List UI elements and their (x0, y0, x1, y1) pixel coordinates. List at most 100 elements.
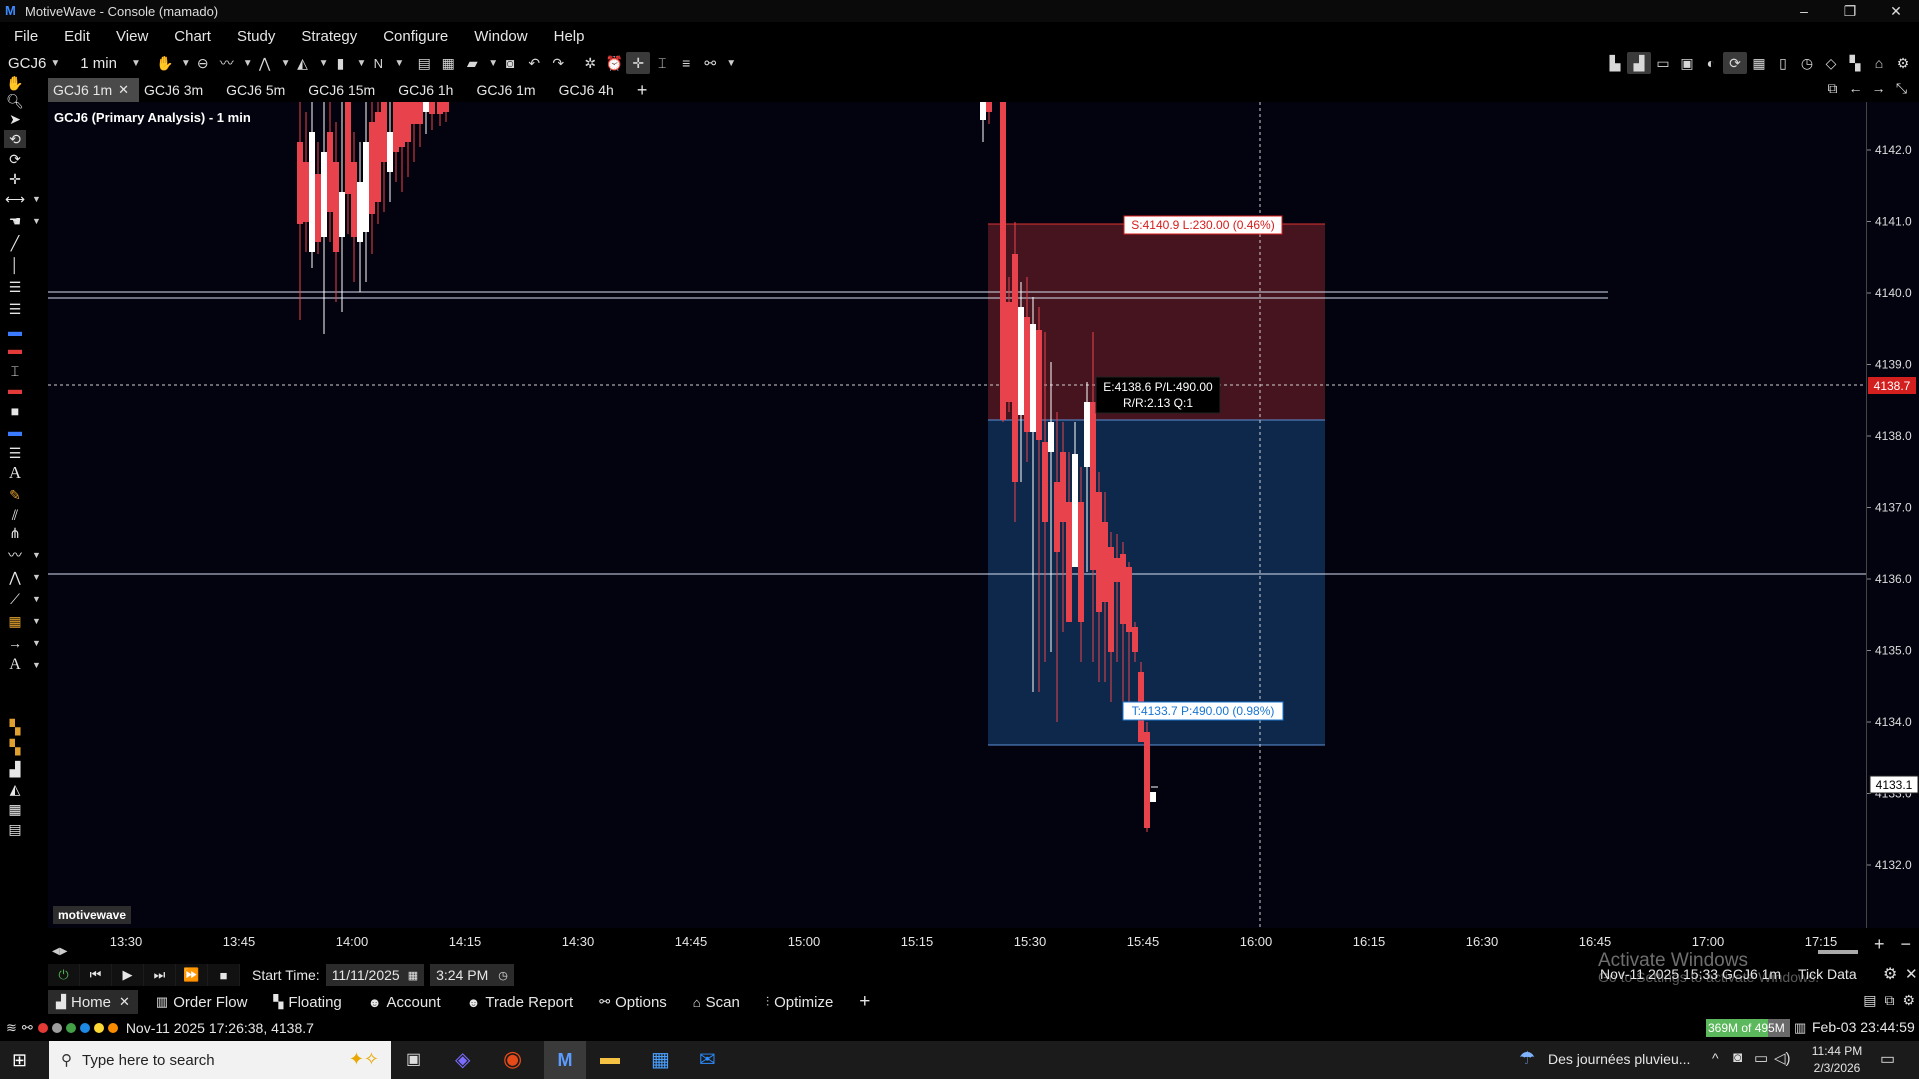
crosshair-icon[interactable]: ✛ (4, 170, 26, 188)
price-axis[interactable]: 4142.0 4141.0 4140.0 4139.0 4138.0 4137.0 4136… (1866, 102, 1919, 928)
interval-selector[interactable]: 1 min (80, 55, 117, 72)
trash-icon[interactable]: ▥ (1794, 1020, 1806, 1036)
chevron-down-icon[interactable]: ▼ (50, 58, 60, 69)
menu-window[interactable]: Window (474, 28, 527, 45)
blue-zone-icon[interactable]: ▬ (4, 322, 26, 340)
calendar-icon[interactable]: ▦ (408, 969, 418, 982)
nav-floating[interactable]: ▚ Floating (265, 990, 349, 1014)
sync-icon[interactable]: ⟳ (1723, 52, 1747, 74)
long-position-icon[interactable]: ▬ (4, 422, 26, 440)
menu-configure[interactable]: Configure (383, 28, 448, 45)
n-bars-selector[interactable]: N (366, 52, 390, 74)
outlook-icon[interactable]: ✉ (699, 1047, 716, 1072)
windows-start-icon[interactable]: ⊞ (12, 1050, 27, 1071)
nav-order-flow[interactable]: ▥ Order Flow (148, 990, 255, 1014)
line-icon[interactable]: ╱ (4, 234, 26, 252)
camera-icon[interactable]: ◙ (498, 52, 522, 74)
magic-icon[interactable]: ✲ (578, 52, 602, 74)
collapse-icon[interactable]: ⤡ (1890, 80, 1913, 97)
text-tool-icon[interactable]: A (4, 464, 26, 482)
zoom-out-icon[interactable]: ⊖ (191, 52, 215, 74)
bar-chart-icon[interactable]: ▟ (1627, 52, 1651, 74)
layers-2-icon[interactable]: ▚ (4, 738, 26, 756)
measure-icon[interactable]: ⌶ (650, 52, 674, 74)
channel-icon[interactable]: ⟋ ▼ (4, 590, 41, 608)
window-stack-icon[interactable]: ▣ (1675, 52, 1699, 74)
vertical-line-icon[interactable]: │ (4, 256, 26, 274)
ruler-icon[interactable]: ✎ (4, 486, 26, 504)
price-chart[interactable]: S:4140.9 L:230.00 (0.46%) T:4133.7 P:490.… (48, 102, 1866, 928)
globe-icon[interactable]: ◐ (1699, 52, 1723, 74)
tab-gcj6-1m[interactable]: GCJ6 1m ✕ (48, 78, 140, 102)
hand-icon[interactable]: ✋ (4, 74, 26, 92)
chevron-down-icon[interactable]: ▼ (131, 58, 141, 69)
nav-options[interactable]: ⚯ Options (591, 990, 675, 1014)
tab-gcj6-4h[interactable]: GCJ6 4h (554, 78, 624, 102)
line-study-icon[interactable]: 〰 (215, 52, 239, 74)
zoom-in-button[interactable]: + (1874, 934, 1885, 955)
red-zone-icon[interactable]: ▬ (4, 340, 26, 358)
arrow-right-icon[interactable]: → (1867, 80, 1890, 97)
chevron-down-icon[interactable]: ▼ (488, 58, 498, 69)
tab-gcj6-3m[interactable]: GCJ6 3m (139, 78, 213, 102)
menu-view[interactable]: View (116, 28, 148, 45)
chevron-up-icon[interactable]: ^ (1712, 1050, 1719, 1066)
open-folder-icon[interactable]: ▰ (460, 52, 484, 74)
fib-ext-icon[interactable]: ☰ (4, 300, 26, 318)
table-icon[interactable]: ▦ (1747, 52, 1771, 74)
candle-type-icon[interactable]: ▮ (328, 52, 352, 74)
menu-lines-icon[interactable]: ≡ (674, 52, 698, 74)
pan-hand-icon[interactable]: ✋ (153, 52, 177, 74)
tick-data-label[interactable]: Tick Data (1798, 966, 1857, 982)
start-date-field[interactable]: 11/11/2025 ▦ (325, 964, 425, 986)
tab-gcj6-1m-2[interactable]: GCJ6 1m (471, 78, 545, 102)
gear-icon[interactable]: ⚙ (1902, 992, 1915, 1009)
nav-home[interactable]: ▟ Home ✕ (48, 990, 138, 1014)
memory-gauge[interactable]: 369M of 495M (1706, 1019, 1790, 1037)
maximize-button[interactable]: ❐ (1827, 0, 1873, 22)
step-forward-icon[interactable]: ⏭ (144, 964, 176, 986)
tab-gcj6-5m[interactable]: GCJ6 5m (221, 78, 295, 102)
pointer-icon[interactable]: ➤ (4, 110, 26, 128)
measure-icon[interactable]: ⟷ ▼ (4, 190, 41, 208)
chevron-down-icon[interactable]: ▼ (726, 58, 736, 69)
volume-icon[interactable]: ▟ (4, 760, 26, 778)
zoom-icon[interactable]: 🔍︎ (4, 92, 26, 110)
clock-icon[interactable]: ◷ (498, 969, 508, 982)
menu-chart[interactable]: Chart (174, 28, 211, 45)
start-time-field[interactable]: 3:24 PM ◷ (430, 964, 514, 986)
link-icon[interactable]: ⚯ (698, 52, 722, 74)
gear-icon[interactable]: ⚙ (1891, 52, 1915, 74)
range-icon[interactable]: ⌶ (4, 362, 26, 380)
layers-icon[interactable]: ▚ (4, 718, 26, 736)
fib-icon[interactable]: ☰ (4, 278, 26, 296)
task-view-icon[interactable]: ▣ (406, 1049, 421, 1069)
add-panel-button[interactable]: + (851, 990, 878, 1014)
fib-time-icon[interactable]: ☰ (4, 444, 26, 462)
chevron-down-icon[interactable]: ▼ (356, 58, 366, 69)
polyline-icon[interactable]: 〰 ▼ (4, 546, 41, 564)
time-axis-canvas[interactable]: 13:30 13:45 14:00 14:15 14:30 14:45 15:00 15:15… (48, 928, 1866, 960)
hand-tool-icon[interactable]: ☚ ▼ (4, 212, 41, 230)
parallel-lines-icon[interactable]: ⫽ (4, 506, 26, 524)
chevron-down-icon[interactable]: ▼ (281, 58, 291, 69)
trade-icon[interactable]: ▚ (1843, 52, 1867, 74)
chevron-down-icon[interactable]: ▼ (181, 58, 191, 69)
undo-icon[interactable]: ↶ (522, 52, 546, 74)
panel-icon[interactable]: ▭ (1651, 52, 1675, 74)
copy-icon[interactable]: ⧉ (1884, 992, 1894, 1009)
power-icon[interactable]: ⏻ (48, 964, 80, 986)
redo-icon[interactable]: ↷ (546, 52, 570, 74)
wave-study-icon[interactable]: ⋀ (253, 52, 277, 74)
zoom-out-button[interactable]: − (1900, 934, 1911, 955)
close-window-button[interactable]: ✕ (1873, 0, 1919, 22)
clock-icon[interactable]: ◷ (1795, 52, 1819, 74)
nav-scan[interactable]: ⌂ Scan (685, 990, 748, 1014)
menu-study[interactable]: Study (237, 28, 275, 45)
nav-optimize[interactable]: ⫶ Optimize (758, 990, 841, 1014)
layout-icon[interactable]: ▤ (1863, 992, 1876, 1009)
play-icon[interactable]: ▶ (112, 964, 144, 986)
time-axis[interactable]: 13:30 13:45 14:00 14:15 14:30 14:45 15:00 15:15… (48, 928, 1866, 960)
minimize-button[interactable]: – (1781, 0, 1827, 22)
sync-icon[interactable]: ⟳ (4, 150, 26, 168)
